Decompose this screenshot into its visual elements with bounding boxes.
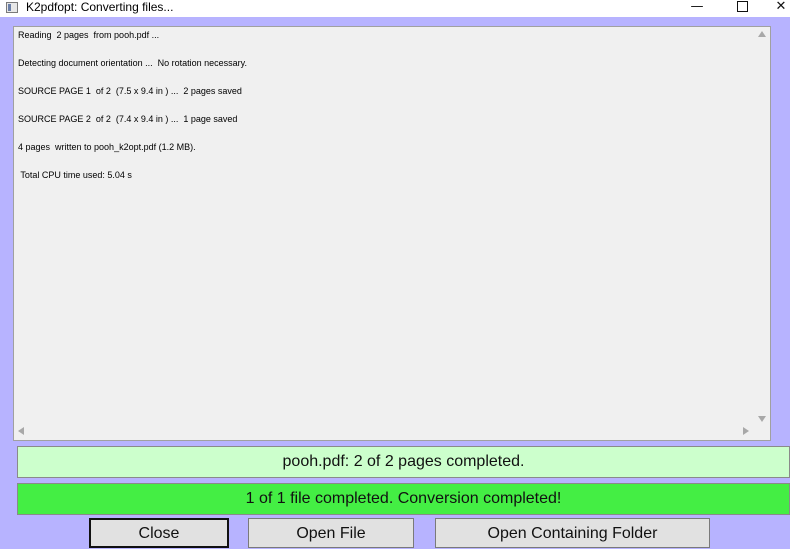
scroll-right-icon[interactable] <box>743 427 749 435</box>
file-progress-status: pooh.pdf: 2 of 2 pages completed. <box>17 446 790 478</box>
log-line: Reading 2 pages from pooh.pdf ... <box>18 30 160 40</box>
maximize-button[interactable] <box>727 0 757 15</box>
log-line: Detecting document orientation ... No ro… <box>18 58 247 68</box>
scroll-left-icon[interactable] <box>18 427 24 435</box>
log-content[interactable]: Reading 2 pages from pooh.pdf ... Detect… <box>14 27 753 425</box>
vertical-scrollbar[interactable] <box>753 27 770 425</box>
log-line: SOURCE PAGE 1 of 2 (7.5 x 9.4 in ) ... 2… <box>18 86 242 96</box>
scroll-down-icon[interactable] <box>758 416 766 422</box>
open-containing-folder-button[interactable]: Open Containing Folder <box>435 518 710 548</box>
close-button[interactable]: Close <box>89 518 229 548</box>
app-icon <box>6 2 18 13</box>
close-button-label: Close <box>138 525 180 542</box>
window-title: K2pdfopt: Converting files... <box>26 0 174 14</box>
minimize-button[interactable]: — <box>682 0 712 15</box>
scrollbar-corner <box>753 423 770 440</box>
log-line: Total CPU time used: 5.04 s <box>18 170 132 180</box>
open-file-button[interactable]: Open File <box>248 518 414 548</box>
close-window-button[interactable]: ✕ <box>770 0 790 15</box>
overall-progress-status: 1 of 1 file completed. Conversion comple… <box>17 483 790 515</box>
log-panel: Reading 2 pages from pooh.pdf ... Detect… <box>13 26 771 441</box>
log-line: SOURCE PAGE 2 of 2 (7.4 x 9.4 in ) ... 1… <box>18 114 238 124</box>
horizontal-scrollbar[interactable] <box>14 423 753 440</box>
scroll-up-icon[interactable] <box>758 31 766 37</box>
title-bar: K2pdfopt: Converting files... — ✕ <box>0 0 790 17</box>
maximize-icon <box>736 1 748 12</box>
log-line: 4 pages written to pooh_k2opt.pdf (1.2 M… <box>18 142 196 152</box>
